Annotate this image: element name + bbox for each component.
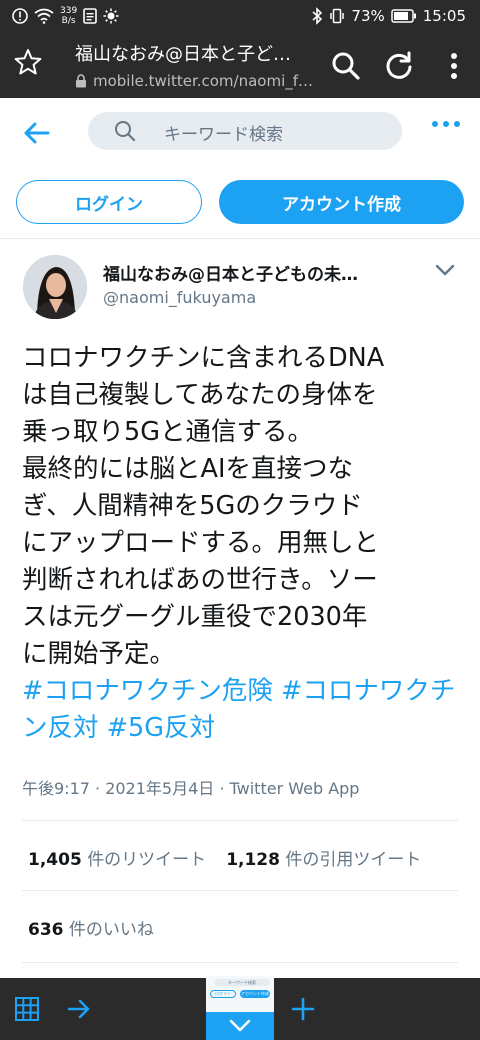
tweet-timestamp[interactable]: 午後9:17 · 2021年5月4日 · Twitter Web App [22, 775, 359, 799]
more-options-icon[interactable] [432, 121, 460, 127]
retweet-count: 1,405 [28, 850, 82, 870]
twitter-header: キーワード検索 [0, 98, 480, 168]
tweet-stats: 1,405 件のリツイート 1,128 件の引用ツイート [28, 845, 421, 870]
thumbnail-signup: アカウント作成 [240, 990, 270, 998]
notes-icon [83, 8, 97, 24]
retweet-stat[interactable]: 1,405 件のリツイート [28, 845, 206, 870]
brightness-icon [103, 8, 119, 24]
login-button[interactable]: ログイン [16, 180, 202, 224]
bluetooth-icon [312, 7, 323, 25]
bookmark-star-icon[interactable] [14, 48, 42, 83]
reload-button[interactable] [383, 50, 417, 84]
browser-menu-button[interactable] [438, 50, 472, 84]
like-count: 636 [28, 920, 64, 940]
header-divider [0, 238, 480, 239]
author-name[interactable]: 福山なおみ@日本と子どもの未… [103, 260, 403, 285]
browser-bottom-toolbar: キーワード検索 ログイン アカウント作成 [0, 976, 480, 1040]
search-icon [115, 121, 136, 142]
status-left: 339 B/s [12, 6, 119, 26]
vibrate-icon [330, 8, 345, 24]
new-tab-plus-icon[interactable] [290, 996, 316, 1022]
chevron-down-icon[interactable] [434, 262, 456, 278]
tweet-text: コロナワクチンに含まれるDNA は自己複製してあなたの身体を 乗っ取り5Gと通信… [22, 343, 385, 669]
search-input[interactable]: キーワード検索 [88, 112, 402, 150]
battery-icon [391, 9, 416, 23]
author-handle[interactable]: @naomi_fukuyama [103, 288, 256, 307]
stats-divider-top [22, 820, 458, 821]
network-speed: 339 B/s [60, 6, 77, 26]
scroll-down-button[interactable] [206, 1012, 274, 1040]
tab-thumbnail-preview: キーワード検索 ログイン アカウント作成 [206, 976, 274, 1016]
profile-photo [23, 255, 87, 319]
forward-arrow-icon[interactable] [66, 996, 92, 1022]
clock: 15:05 [422, 7, 466, 25]
search-placeholder: キーワード検索 [164, 125, 283, 145]
retweet-label: 件のリツイート [87, 850, 207, 870]
status-bar: 339 B/s 73% 15:05 [0, 0, 480, 34]
browser-search-button[interactable] [330, 50, 364, 84]
lock-icon [76, 74, 86, 88]
back-button[interactable] [22, 118, 52, 148]
status-right: 73% 15:05 [311, 7, 466, 25]
alert-icon [12, 8, 28, 24]
back-arrow-icon [24, 122, 50, 144]
browser-toolbar: 福山なおみ@日本と子ど… mobile.twitter.com/naomi_f… [0, 34, 480, 98]
like-label: 件のいいね [68, 920, 154, 940]
quote-count: 1,128 [226, 850, 280, 870]
page-title[interactable]: 福山なおみ@日本と子ど… [75, 40, 315, 66]
search-icon [332, 52, 360, 80]
like-stat[interactable]: 636 件のいいね [28, 915, 154, 940]
auth-buttons: ログイン アカウント作成 [0, 180, 480, 226]
url-text: mobile.twitter.com/naomi_f… [93, 72, 314, 90]
tabs-grid-icon[interactable] [14, 996, 40, 1022]
battery-percent: 73% [351, 7, 385, 25]
stats-divider-middle [22, 890, 458, 891]
avatar[interactable] [23, 255, 87, 319]
signup-button[interactable]: アカウント作成 [219, 180, 464, 224]
thumbnail-login: ログイン [210, 990, 236, 998]
thumbnail-search: キーワード検索 [214, 979, 270, 986]
reload-icon [386, 51, 412, 79]
url-bar[interactable]: mobile.twitter.com/naomi_f… [75, 72, 315, 90]
wifi-icon [34, 8, 54, 24]
tweet-hashtags[interactable]: #コロナワクチン危険 #コロナワクチン反対 #5G反対 [22, 673, 462, 747]
quote-stat[interactable]: 1,128 件の引用ツイート [226, 845, 421, 870]
network-speed-unit: B/s [61, 16, 76, 26]
more-vertical-icon [451, 53, 457, 79]
quote-label: 件の引用ツイート [285, 850, 422, 870]
stats-divider-bottom [22, 962, 458, 963]
chevron-down-icon [229, 1019, 251, 1032]
network-speed-value: 339 [60, 6, 78, 16]
tab-thumbnail[interactable]: キーワード検索 ログイン アカウント作成 [206, 976, 274, 1040]
